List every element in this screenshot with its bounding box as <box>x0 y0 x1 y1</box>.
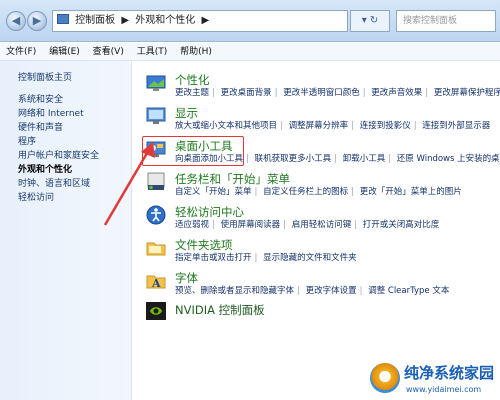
back-button[interactable]: ◀ <box>6 11 26 31</box>
sidebar-item-home[interactable]: 控制面板主页 <box>18 70 72 83</box>
link-low-vision[interactable]: 适应弱视 <box>175 220 209 230</box>
category-links: 自定义「开始」菜单 | 自定义任务栏上的图标 | 更改「开始」菜单上的图片 <box>175 185 462 197</box>
sidebar-item-clock-region[interactable]: 时钟、语言和区域 <box>18 176 90 189</box>
category-title[interactable]: NVIDIA 控制面板 <box>175 302 265 318</box>
sidebar-item-appearance[interactable]: 外观和个性化 <box>18 162 72 175</box>
link-projector[interactable]: 连接到投影仪 <box>360 121 411 131</box>
divider: | <box>362 88 366 98</box>
link-window-color[interactable]: 更改半透明窗口颜色 <box>283 88 360 98</box>
menu-view[interactable]: 查看(V) <box>93 47 124 57</box>
navigation-bar: ◀ ▶ 控制面板 ▶ 外观和个性化 ▶ ▾ ↻ 搜索控制面板 <box>0 0 500 42</box>
link-sound-effects[interactable]: 更改声音效果 <box>371 88 422 98</box>
divider: | <box>359 286 363 296</box>
link-text-size[interactable]: 放大或缩小文本和其他项目 <box>175 121 277 131</box>
link-restore-gadgets[interactable]: 还原 Windows 上安装的桌面小 <box>397 154 500 164</box>
sidebar-item-programs[interactable]: 程序 <box>18 134 36 147</box>
divider: | <box>246 154 249 164</box>
watermark-title: 纯净系统家园 <box>404 364 495 382</box>
nvidia-icon <box>146 302 166 320</box>
link-uninstall-gadget[interactable]: 卸载小工具 <box>343 154 386 164</box>
link-get-more-gadgets[interactable]: 联机获取更多小工具 <box>255 154 332 164</box>
breadcrumb-separator[interactable]: ▶ <box>121 15 129 26</box>
watermark-logo-icon <box>370 363 400 393</box>
category-links: 更改主题 | 更改桌面背景 | 更改半透明窗口颜色 | 更改声音效果 | 更改屏幕保护程… <box>175 86 500 98</box>
address-bar[interactable]: 控制面板 ▶ 外观和个性化 ▶ <box>52 10 348 32</box>
category-links: 放大或缩小文本和其他项目 | 调整屏幕分辨率 | 连接到投影仪 | 连接到外部显示器 <box>175 119 490 131</box>
divider: | <box>212 88 215 98</box>
watermark: 纯净系统家园 www.yidaimei.com <box>368 360 498 400</box>
divider: | <box>354 220 358 230</box>
category-links: 预览、删除或者显示和隐藏字体 | 更改字体设置 | 调整 ClearType 文本 <box>175 284 449 296</box>
menu-file[interactable]: 文件(F) <box>6 47 36 57</box>
divider: | <box>351 121 354 131</box>
link-customize-taskbar-icons[interactable]: 自定义任务栏上的图标 <box>263 187 348 197</box>
menu-tools[interactable]: 工具(T) <box>137 47 168 57</box>
sidebar-item-network[interactable]: 网络和 Internet <box>18 106 84 119</box>
divider: | <box>283 220 286 230</box>
divider: | <box>351 187 354 197</box>
sidebar-item-ease-of-access[interactable]: 轻松访问 <box>18 190 54 203</box>
divider: | <box>274 88 278 98</box>
link-single-double-click[interactable]: 指定单击或双击打开 <box>175 253 252 263</box>
link-screen-reader[interactable]: 使用屏幕阅读器 <box>221 220 281 230</box>
sidebar-item-user-accounts[interactable]: 用户帐户和家庭安全 <box>18 148 99 161</box>
divider: | <box>413 121 417 131</box>
divider: | <box>388 154 392 164</box>
divider: | <box>254 187 258 197</box>
sidebar: 控制面板主页 系统和安全 网络和 Internet 硬件和声音 程序 用户帐户和… <box>0 61 132 400</box>
divider: | <box>254 253 258 263</box>
divider: | <box>297 286 300 296</box>
link-font-settings[interactable]: 更改字体设置 <box>306 286 357 296</box>
category-links: 适应弱视 | 使用屏幕阅读器 | 启用轻松访问键 | 打开或关闭高对比度 <box>175 218 439 230</box>
link-cleartype[interactable]: 调整 ClearType 文本 <box>368 286 449 296</box>
link-customize-start-menu[interactable]: 自定义「开始」菜单 <box>175 187 252 197</box>
menu-help[interactable]: 帮助(H) <box>180 47 212 57</box>
fonts-icon: A <box>146 275 166 290</box>
display-icon <box>146 107 166 124</box>
forward-button[interactable]: ▶ <box>27 11 47 31</box>
link-change-desktop-background[interactable]: 更改桌面背景 <box>221 88 272 98</box>
main-content: 个性化 更改主题 | 更改桌面背景 | 更改半透明窗口颜色 | 更改声音效果 | 更改屏… <box>133 61 500 400</box>
link-screen-saver[interactable]: 更改屏幕保护程序 <box>434 88 500 98</box>
breadcrumb-separator[interactable]: ▶ <box>201 15 209 26</box>
link-hidden-files[interactable]: 显示隐藏的文件和文件夹 <box>263 253 357 263</box>
annotation-arrow <box>103 142 155 226</box>
control-panel-icon <box>57 14 69 24</box>
link-change-start-picture[interactable]: 更改「开始」菜单上的图片 <box>360 187 462 197</box>
link-external-display[interactable]: 连接到外部显示器 <box>422 121 490 131</box>
refresh-button[interactable]: ▾ ↻ <box>350 10 390 32</box>
sidebar-item-system-security[interactable]: 系统和安全 <box>18 92 63 105</box>
svg-text:A: A <box>151 277 161 290</box>
breadcrumb-appearance[interactable]: 外观和个性化 <box>135 15 195 26</box>
link-change-theme[interactable]: 更改主题 <box>175 88 209 98</box>
menu-edit[interactable]: 编辑(E) <box>49 47 80 57</box>
watermark-url: www.yidaimei.com <box>406 385 482 394</box>
link-resolution[interactable]: 调整屏幕分辨率 <box>289 121 349 131</box>
link-accessibility-keys[interactable]: 启用轻松访问键 <box>292 220 352 230</box>
category-links: 指定单击或双击打开 | 显示隐藏的文件和文件夹 <box>175 251 357 263</box>
sidebar-item-hardware-sound[interactable]: 硬件和声音 <box>18 120 63 133</box>
menu-bar: 文件(F) 编辑(E) 查看(V) 工具(T) 帮助(H) <box>0 43 500 61</box>
divider: | <box>334 154 337 164</box>
personalization-icon <box>146 75 166 91</box>
link-high-contrast[interactable]: 打开或关闭高对比度 <box>363 220 440 230</box>
breadcrumb-control-panel[interactable]: 控制面板 <box>75 15 115 26</box>
search-input[interactable]: 搜索控制面板 <box>396 10 496 32</box>
divider: | <box>280 121 283 131</box>
link-preview-fonts[interactable]: 预览、删除或者显示和隐藏字体 <box>175 286 294 296</box>
divider: | <box>212 220 215 230</box>
folder-options-icon <box>146 242 166 256</box>
divider: | <box>425 88 429 98</box>
